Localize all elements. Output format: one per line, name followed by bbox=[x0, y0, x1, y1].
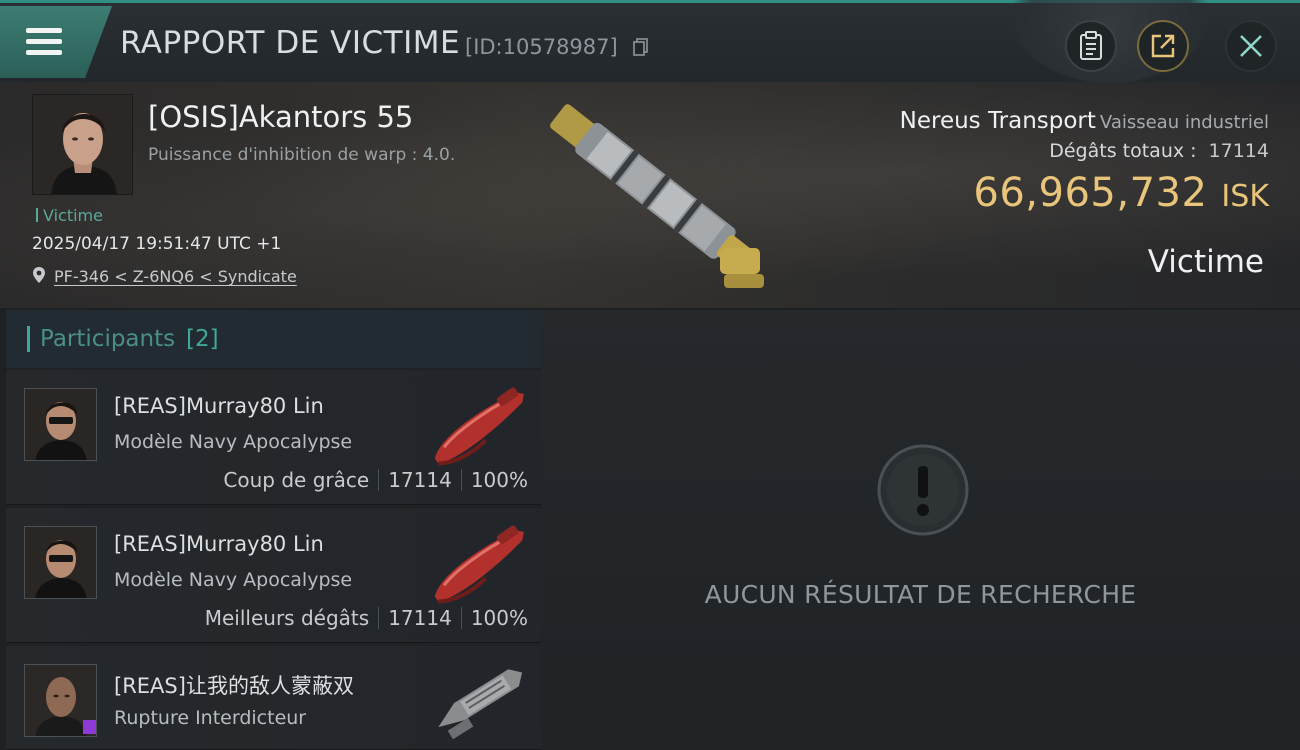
participant-role: Meilleurs dégâts bbox=[204, 606, 370, 630]
isk-value: 66,965,732 bbox=[973, 170, 1208, 216]
close-button[interactable] bbox=[1225, 20, 1277, 72]
total-damage: Dégâts totaux : 17114 bbox=[1049, 140, 1269, 162]
participant-row[interactable]: [REAS]让我的敌人蒙蔽双 Rupture Interdicteur bbox=[6, 646, 541, 750]
clipboard-icon bbox=[1080, 31, 1102, 60]
participant-stats: Coup de grâce 17114 100% bbox=[223, 468, 528, 492]
menu-icon-bar bbox=[26, 39, 62, 44]
stats-divider bbox=[460, 607, 462, 629]
participant-portrait bbox=[25, 389, 96, 460]
location-pin-icon bbox=[33, 267, 45, 283]
empty-state-message: AUCUN RÉSULTAT DE RECHERCHE bbox=[704, 580, 1137, 609]
participant-ship: Modèle Navy Apocalypse bbox=[114, 569, 353, 591]
participant-ship-image[interactable] bbox=[416, 650, 541, 745]
participant-role: Coup de grâce bbox=[223, 468, 370, 492]
exclamation-icon bbox=[877, 444, 969, 536]
victim-role-label: Victime bbox=[1147, 244, 1264, 280]
kill-datetime: 2025/04/17 19:51:47 UTC +1 bbox=[32, 234, 282, 254]
participants-title: Participants bbox=[40, 326, 176, 352]
close-icon bbox=[1240, 35, 1262, 57]
participant-damage: 17114 bbox=[388, 606, 452, 630]
victim-ship-image[interactable] bbox=[520, 88, 790, 303]
share-icon bbox=[1151, 34, 1175, 58]
total-damage-value: 17114 bbox=[1208, 140, 1269, 162]
participant-row[interactable]: [REAS]Murray80 Lin Modèle Navy Apocalyps… bbox=[6, 508, 541, 643]
participant-ship: Modèle Navy Apocalypse bbox=[114, 431, 353, 453]
title-bar: RAPPORT DE VICTIME [ID:10578987] bbox=[0, 0, 1300, 83]
isk-value-line: 66,965,732 ISK bbox=[973, 170, 1269, 216]
victim-ship-name[interactable]: Nereus Transport Vaisseau industriel bbox=[900, 108, 1269, 134]
share-button[interactable] bbox=[1137, 20, 1189, 72]
report-id: [ID:10578987] bbox=[465, 35, 618, 59]
total-damage-label: Dégâts totaux : bbox=[1049, 140, 1197, 162]
participants-panel: Participants [2] [REAS]Murray80 Lin Modè… bbox=[6, 310, 541, 750]
victim-portrait bbox=[33, 95, 132, 194]
participant-percent: 100% bbox=[470, 468, 528, 492]
stats-divider bbox=[378, 469, 380, 491]
participants-count: [2] bbox=[186, 326, 219, 352]
victim-name[interactable]: [OSIS]Akantors 55 bbox=[148, 100, 413, 134]
menu-icon bbox=[26, 28, 62, 33]
participant-name[interactable]: [REAS]Murray80 Lin bbox=[114, 532, 324, 556]
copy-icon[interactable] bbox=[633, 38, 649, 56]
participant-avatar[interactable] bbox=[24, 388, 97, 461]
participant-portrait bbox=[25, 527, 96, 598]
participant-stats: Meilleurs dégâts 17114 100% bbox=[205, 606, 528, 630]
participant-avatar[interactable] bbox=[24, 526, 97, 599]
victim-banner: [OSIS]Akantors 55 Puissance d'inhibition… bbox=[0, 82, 1300, 308]
participant-avatar[interactable] bbox=[24, 664, 97, 737]
stats-divider bbox=[378, 607, 380, 629]
participant-percent: 100% bbox=[470, 606, 528, 630]
participant-damage: 17114 bbox=[388, 468, 452, 492]
page-title: RAPPORT DE VICTIME bbox=[120, 25, 461, 61]
participant-name[interactable]: [REAS]Murray80 Lin bbox=[114, 394, 324, 418]
corp-badge-icon bbox=[83, 720, 96, 734]
participant-ship-image[interactable] bbox=[416, 514, 541, 609]
menu-button[interactable] bbox=[0, 6, 112, 78]
victim-warp-strength: Puissance d'inhibition de warp : 4.0. bbox=[148, 145, 456, 165]
ship-class: Vaisseau industriel bbox=[1099, 112, 1269, 133]
participant-ship-image[interactable] bbox=[416, 376, 541, 471]
victim-avatar[interactable] bbox=[32, 94, 133, 195]
results-panel: AUCUN RÉSULTAT DE RECHERCHE bbox=[541, 310, 1300, 750]
clipboard-button[interactable] bbox=[1065, 20, 1117, 72]
menu-icon-bar bbox=[26, 50, 62, 55]
participant-name[interactable]: [REAS]让我的敌人蒙蔽双 bbox=[114, 670, 354, 700]
victim-tag: Victime bbox=[36, 206, 103, 225]
participants-header: Participants [2] bbox=[6, 310, 541, 368]
isk-unit: ISK bbox=[1221, 179, 1269, 214]
location-link[interactable]: PF-346 < Z-6NQ6 < Syndicate bbox=[54, 267, 297, 286]
stats-divider bbox=[460, 469, 462, 491]
header-accent bbox=[27, 326, 30, 352]
participant-ship: Rupture Interdicteur bbox=[114, 707, 307, 729]
ship-name-text: Nereus Transport bbox=[899, 108, 1096, 134]
participant-row[interactable]: [REAS]Murray80 Lin Modèle Navy Apocalyps… bbox=[6, 370, 541, 505]
